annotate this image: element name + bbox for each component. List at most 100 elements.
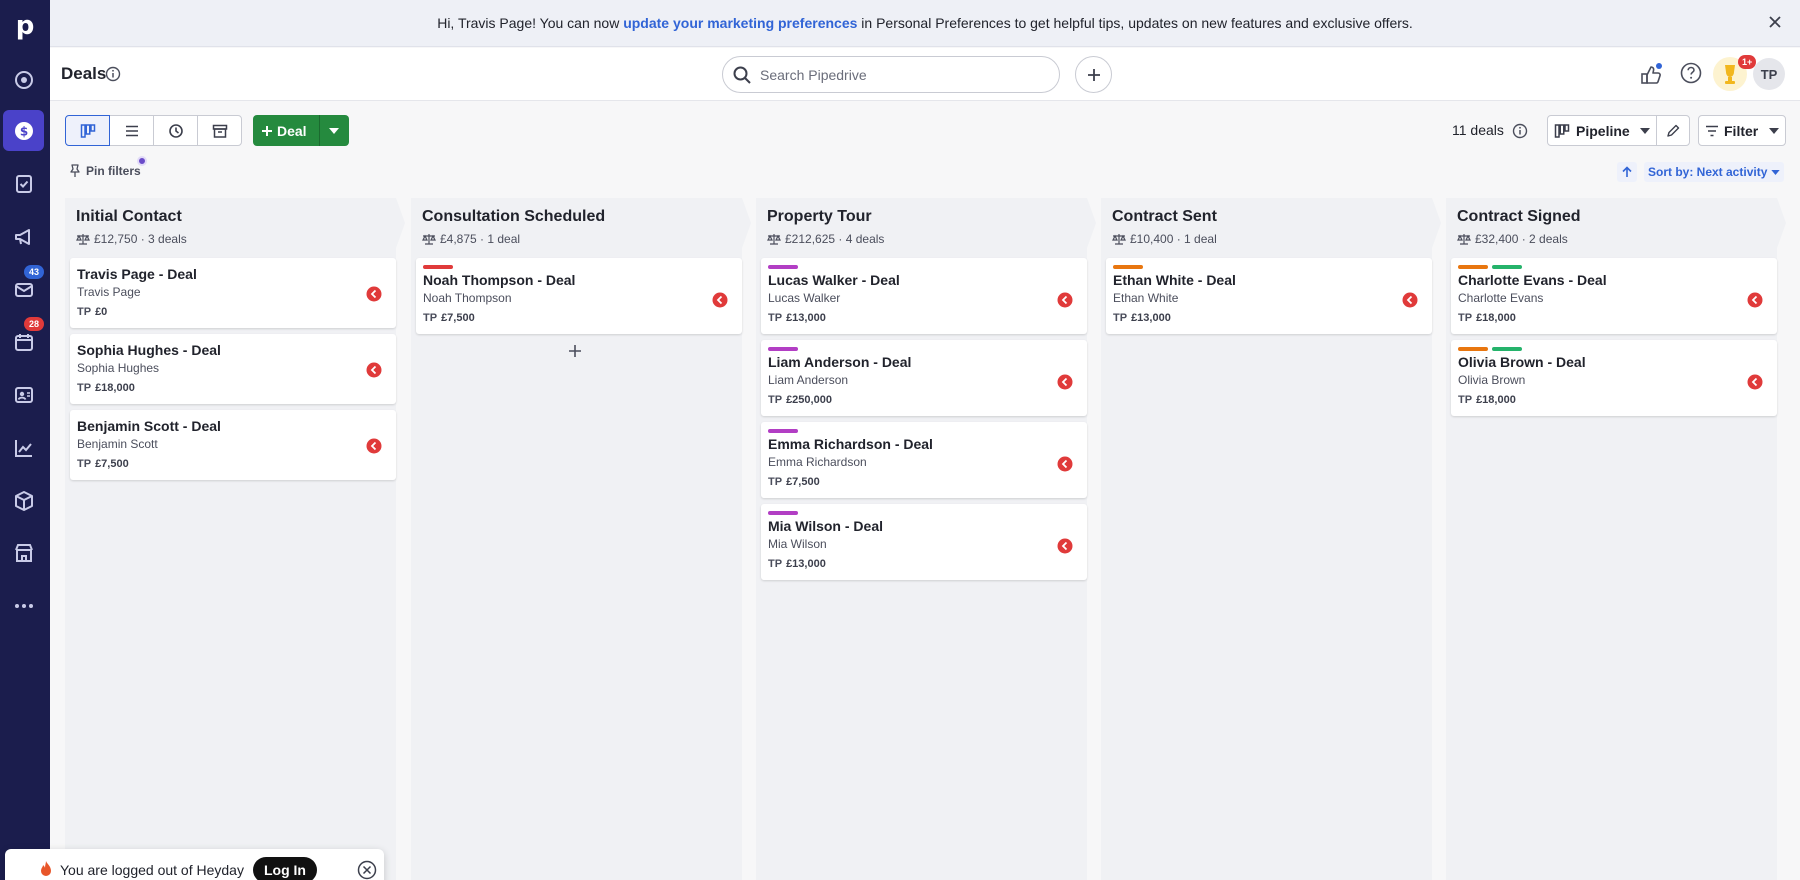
deal-card[interactable]: Charlotte Evans - Deal Charlotte Evans TP £… (1451, 258, 1777, 334)
overdue-activity-icon[interactable] (1057, 456, 1073, 472)
pipeline-label: Pipeline (1576, 122, 1630, 139)
sort-label: Sort by: Next activity (1648, 165, 1768, 179)
deal-card[interactable]: Lucas Walker - Deal Lucas Walker TP £13,000 (761, 258, 1087, 334)
products-nav-icon[interactable] (3, 480, 44, 521)
arrow-up-icon (1622, 166, 1632, 177)
deal-card[interactable]: Ethan White - Deal Ethan White TP £13,000 (1106, 258, 1432, 334)
deal-person: Ethan White (1113, 291, 1179, 305)
pin-icon (70, 164, 80, 177)
deal-title[interactable]: Mia Wilson - Deal (768, 518, 883, 534)
log-in-button[interactable]: Log In (253, 857, 317, 880)
overdue-activity-icon[interactable] (1057, 374, 1073, 390)
sales-assistant-icon[interactable] (1638, 61, 1664, 87)
deal-title[interactable]: Liam Anderson - Deal (768, 354, 911, 370)
overdue-activity-icon[interactable] (1057, 292, 1073, 308)
deal-title[interactable]: Olivia Brown - Deal (1458, 354, 1586, 370)
list-view-button[interactable] (109, 115, 154, 146)
quick-add-button[interactable] (1075, 56, 1112, 93)
owner-initials: TP (77, 382, 92, 394)
deal-title[interactable]: Travis Page - Deal (77, 266, 197, 282)
search-input[interactable] (760, 63, 1050, 86)
deal-title[interactable]: Charlotte Evans - Deal (1458, 272, 1607, 288)
insights-nav-icon[interactable] (3, 427, 44, 468)
deal-title[interactable]: Benjamin Scott - Deal (77, 418, 221, 434)
sort-direction-button[interactable] (1617, 162, 1637, 182)
pipedrive-logo[interactable]: p (0, 6, 50, 46)
pipeline-select[interactable]: Pipeline (1547, 115, 1657, 146)
deal-title[interactable]: Noah Thompson - Deal (423, 272, 575, 288)
deal-value-row: TP £13,000 (768, 558, 826, 570)
contacts-nav-icon[interactable] (3, 374, 44, 415)
overdue-activity-icon[interactable] (1057, 538, 1073, 554)
deal-labels (768, 429, 798, 433)
overdue-activity-icon[interactable] (366, 286, 382, 302)
deal-title[interactable]: Sophia Hughes - Deal (77, 342, 221, 358)
deal-card[interactable]: Mia Wilson - Deal Mia Wilson TP £13,000 (761, 504, 1087, 580)
heyday-logo-icon (38, 860, 54, 878)
stage-summary-text: £12,750 · 3 deals (94, 232, 187, 246)
banner-link[interactable]: update your marketing preferences (623, 15, 857, 31)
stage-title: Contract Sent (1112, 208, 1217, 225)
deal-value: £18,000 (95, 382, 135, 394)
deals-count-info-icon[interactable] (1512, 123, 1528, 139)
more-nav-icon[interactable] (3, 585, 44, 626)
pipeline-view-button[interactable] (65, 115, 110, 146)
marketing-preferences-banner: Hi, Travis Page! You can now update your… (50, 0, 1800, 47)
stage-summary: £12,750 · 3 deals (76, 232, 187, 246)
overdue-activity-icon[interactable] (1747, 292, 1763, 308)
deal-card[interactable]: Noah Thompson - Deal Noah Thompson TP £7,50… (416, 258, 742, 334)
campaigns-nav-icon[interactable] (3, 216, 44, 257)
user-avatar[interactable]: TP (1753, 58, 1785, 90)
owner-initials: TP (77, 458, 92, 470)
deal-person: Charlotte Evans (1458, 291, 1544, 305)
search-box[interactable] (722, 56, 1060, 93)
edit-pipeline-button[interactable] (1656, 115, 1690, 146)
deal-card[interactable]: Travis Page - Deal Travis Page TP £0 (70, 258, 396, 328)
deal-value: £18,000 (1476, 394, 1516, 406)
deal-title[interactable]: Lucas Walker - Deal (768, 272, 900, 288)
deal-value-row: TP £0 (77, 306, 107, 318)
forecast-view-button[interactable] (153, 115, 198, 146)
stage-header[interactable]: Initial Contact £12,750 · 3 deals (65, 198, 405, 248)
filter-button[interactable]: Filter (1698, 115, 1786, 146)
deal-card[interactable]: Liam Anderson - Deal Liam Anderson TP £250,… (761, 340, 1087, 416)
forecast-icon (168, 123, 183, 138)
add-deal-button[interactable]: Deal (253, 115, 319, 146)
stage-header[interactable]: Property Tour £212,625 · 4 deals (756, 198, 1096, 248)
deal-card[interactable]: Sophia Hughes - Deal Sophia Hughes TP £18,0… (70, 334, 396, 404)
info-icon[interactable] (105, 66, 121, 82)
deal-card[interactable]: Emma Richardson - Deal Emma Richardson TP £… (761, 422, 1087, 498)
stage-header[interactable]: Consultation Scheduled £4,875 · 1 deal (411, 198, 751, 248)
banner-close-icon[interactable] (1768, 15, 1782, 29)
deal-title[interactable]: Emma Richardson - Deal (768, 436, 933, 452)
marketplace-nav-icon[interactable] (3, 532, 44, 573)
deal-title[interactable]: Ethan White - Deal (1113, 272, 1236, 288)
overdue-activity-icon[interactable] (712, 292, 728, 308)
stage-summary: £32,400 · 2 deals (1457, 232, 1568, 246)
stage-title: Consultation Scheduled (422, 208, 606, 225)
deal-value: £18,000 (1476, 312, 1516, 324)
stage-header[interactable]: Contract Sent £10,400 · 1 deal (1101, 198, 1441, 248)
deal-person: Liam Anderson (768, 373, 849, 387)
overdue-activity-icon[interactable] (366, 362, 382, 378)
pin-filters-button[interactable]: Pin filters (69, 164, 141, 178)
toast-close-icon[interactable] (357, 860, 377, 880)
overdue-activity-icon[interactable] (1747, 374, 1763, 390)
tasks-nav-icon[interactable] (3, 163, 44, 204)
help-icon[interactable] (1679, 61, 1703, 85)
scale-icon (76, 234, 90, 245)
kanban-icon (80, 123, 95, 138)
stage-column: Consultation Scheduled £4,875 · 1 deal Noa… (411, 198, 751, 880)
sort-by-select[interactable]: Sort by: Next activity (1644, 162, 1785, 182)
overdue-activity-icon[interactable] (366, 438, 382, 454)
overdue-activity-icon[interactable] (1402, 292, 1418, 308)
deal-card[interactable]: Olivia Brown - Deal Olivia Brown TP £18,000 (1451, 340, 1777, 416)
add-deal-to-stage-icon[interactable] (568, 344, 582, 358)
deals-nav-icon[interactable]: $ (3, 110, 44, 151)
archive-view-button[interactable] (197, 115, 242, 146)
add-deal-dropdown[interactable] (318, 115, 349, 146)
deal-value-row: TP £250,000 (768, 394, 832, 406)
leads-nav-icon[interactable] (3, 59, 44, 100)
stage-header[interactable]: Contract Signed £32,400 · 2 deals (1446, 198, 1786, 248)
deal-card[interactable]: Benjamin Scott - Deal Benjamin Scott TP £7,… (70, 410, 396, 480)
